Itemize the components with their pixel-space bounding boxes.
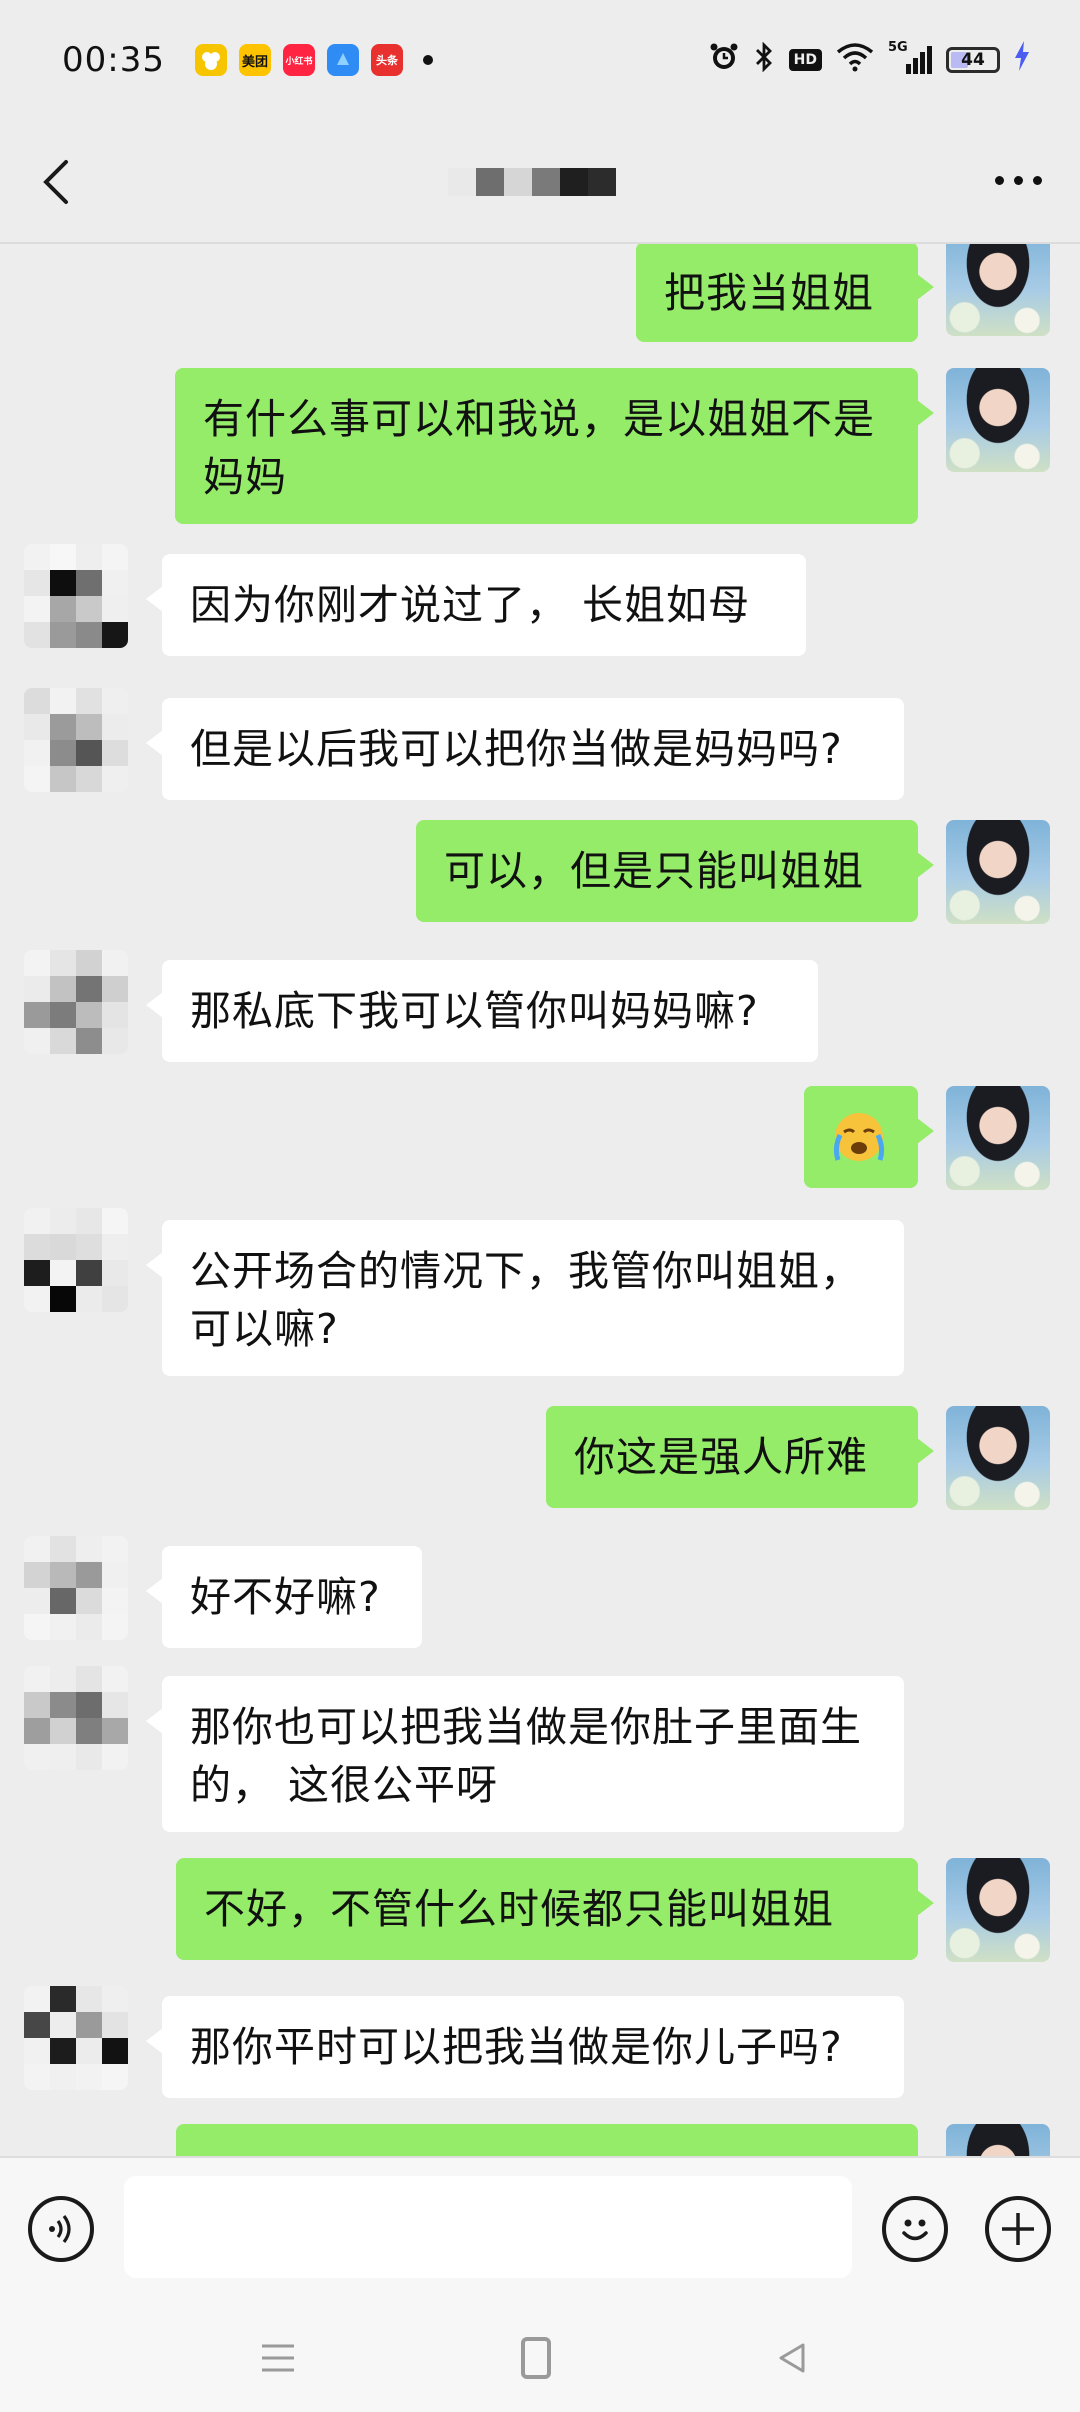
cellular-signal-icon: 5G xyxy=(888,40,932,74)
my-avatar[interactable] xyxy=(946,244,1050,336)
more-options-button[interactable] xyxy=(995,176,1042,185)
emoji-button[interactable] xyxy=(882,2196,948,2262)
back-button[interactable] xyxy=(36,156,80,208)
back-triangle-icon xyxy=(779,2343,805,2373)
my-message-bubble[interactable]: 有什么事可以和我说，是以姐姐不是妈妈 xyxy=(175,368,934,524)
app-icon-4 xyxy=(326,44,359,76)
my-avatar[interactable] xyxy=(946,820,1050,924)
chat-messages[interactable]: 把我当姐姐 有什么事可以和我说，是以姐姐不是妈妈 因为你刚才说过了， 长姐如母 … xyxy=(0,244,1080,2156)
my-avatar[interactable] xyxy=(946,1406,1050,1510)
contact-avatar-redacted[interactable] xyxy=(24,950,128,1054)
home-icon xyxy=(521,2337,551,2379)
network-type-label: 5G xyxy=(888,40,908,55)
contact-avatar-redacted[interactable] xyxy=(24,688,128,792)
my-message-bubble[interactable]: 把我当姐姐 xyxy=(636,244,934,342)
system-nav-bar xyxy=(0,2298,1080,2412)
my-avatar[interactable] xyxy=(946,368,1050,472)
contact-message-bubble[interactable]: 那私底下我可以管你叫妈妈嘛? xyxy=(146,960,818,1062)
crying-face-emoji-icon xyxy=(833,1113,885,1161)
charging-icon xyxy=(1014,41,1030,79)
battery-level: 44 xyxy=(961,50,985,70)
contact-avatar-redacted[interactable] xyxy=(24,1986,128,2090)
contact-avatar-redacted[interactable] xyxy=(24,1536,128,1640)
my-message-bubble[interactable]: 你这是强人所难 xyxy=(546,1406,934,1508)
contact-message-bubble[interactable]: 因为你刚才说过了， 长姐如母 xyxy=(146,554,806,656)
my-message-bubble[interactable]: 不好，不管什么时候都只能叫姐姐 xyxy=(176,1858,934,1960)
more-dot-icon xyxy=(995,176,1004,185)
chat-title-redacted xyxy=(448,168,616,196)
contact-avatar-redacted[interactable] xyxy=(24,544,128,648)
app-icon-1 xyxy=(194,44,227,76)
more-dot-icon xyxy=(1033,176,1042,185)
contact-message-bubble[interactable]: 公开场合的情况下，我管你叫姐姐，可以嘛? xyxy=(146,1220,904,1376)
xiaohongshu-icon: 小红书 xyxy=(282,44,315,76)
my-message-bubble-partial[interactable] xyxy=(176,2124,918,2156)
contact-message-bubble[interactable]: 那你也可以把我当做是你肚子里面生的， 这很公平呀 xyxy=(146,1676,904,1832)
my-avatar[interactable] xyxy=(946,1086,1050,1190)
my-avatar[interactable] xyxy=(946,2124,1050,2156)
bluetooth-icon xyxy=(753,41,775,78)
status-bar: 00:35 美团 小红书 头条 HD 5G 44 xyxy=(0,0,1080,120)
my-emoji-bubble[interactable] xyxy=(804,1086,934,1188)
more-functions-button[interactable] xyxy=(985,2196,1051,2262)
emoji-icon xyxy=(902,2219,928,2241)
contact-avatar-redacted[interactable] xyxy=(24,1666,128,1770)
status-right: HD 5G 44 xyxy=(709,40,1030,79)
input-bar xyxy=(0,2156,1080,2298)
contact-message-bubble[interactable]: 好不好嘛? xyxy=(146,1546,422,1648)
my-avatar[interactable] xyxy=(946,1858,1050,1962)
menu-icon xyxy=(262,2344,294,2372)
home-button[interactable] xyxy=(506,2328,566,2388)
contact-message-bubble[interactable]: 那你平时可以把我当做是你儿子吗? xyxy=(146,1996,904,2098)
recent-apps-button[interactable] xyxy=(248,2328,308,2388)
voice-button[interactable] xyxy=(28,2196,94,2262)
more-dot-icon xyxy=(1014,176,1023,185)
notification-icons: 美团 小红书 头条 xyxy=(194,44,433,76)
my-message-bubble[interactable]: 可以，但是只能叫姐姐 xyxy=(416,820,934,922)
toutiao-icon: 头条 xyxy=(370,44,403,76)
hd-badge: HD xyxy=(788,49,822,71)
battery-icon: 44 xyxy=(946,47,1000,73)
plus-icon xyxy=(1002,2213,1034,2245)
contact-message-bubble[interactable]: 但是以后我可以把你当做是妈妈吗? xyxy=(146,698,904,800)
meituan-icon: 美团 xyxy=(238,44,271,76)
status-time: 00:35 xyxy=(62,40,165,80)
wifi-icon xyxy=(836,42,874,78)
voice-icon xyxy=(49,2215,71,2243)
message-input[interactable] xyxy=(124,2176,852,2278)
chevron-left-icon xyxy=(43,160,68,204)
alarm-icon xyxy=(709,42,739,78)
system-back-button[interactable] xyxy=(762,2328,822,2388)
contact-avatar-redacted[interactable] xyxy=(24,1208,128,1312)
chat-header xyxy=(0,120,1080,244)
more-notifications-dot xyxy=(422,55,433,65)
